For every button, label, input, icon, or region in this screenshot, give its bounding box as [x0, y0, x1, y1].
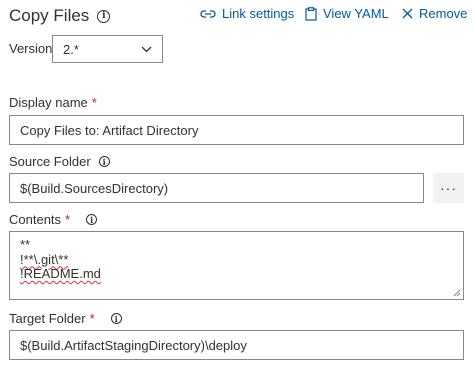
- remove-label: Remove: [419, 6, 468, 21]
- required-mark: *: [65, 212, 71, 227]
- display-name-value: Copy Files to: Artifact Directory: [20, 122, 199, 138]
- info-icon[interactable]: i: [97, 9, 111, 23]
- contents-line: !**\.git\**: [20, 251, 69, 267]
- required-mark: *: [91, 95, 97, 110]
- view-yaml-button[interactable]: View YAML: [305, 6, 389, 21]
- link-settings-button[interactable]: Link settings: [200, 6, 294, 21]
- target-folder-input[interactable]: $(Build.ArtifactStagingDirectory)\deploy: [9, 330, 464, 360]
- link-settings-label: Link settings: [222, 6, 295, 21]
- source-folder-input[interactable]: $(Build.SourcesDirectory): [9, 173, 424, 203]
- view-yaml-label: View YAML: [323, 6, 389, 21]
- contents-line: !README.md: [20, 266, 101, 281]
- display-name-input[interactable]: Copy Files to: Artifact Directory: [9, 115, 464, 145]
- source-folder-value: $(Build.SourcesDirectory): [20, 180, 169, 196]
- info-icon[interactable]: i: [98, 156, 110, 167]
- info-icon[interactable]: i: [110, 313, 122, 324]
- resize-grip-icon[interactable]: [453, 289, 461, 297]
- display-name-label: Display name *: [9, 95, 97, 110]
- info-icon[interactable]: i: [86, 214, 98, 225]
- close-icon: [402, 8, 413, 19]
- source-folder-label-text: Source Folder: [9, 154, 91, 169]
- browse-source-folder-button[interactable]: ···: [433, 173, 464, 203]
- contents-line: **: [20, 237, 31, 252]
- contents-label-text: Contents: [9, 212, 62, 227]
- target-folder-label: Target Folder * i: [9, 311, 122, 326]
- target-folder-label-text: Target Folder: [9, 311, 86, 326]
- remove-button[interactable]: Remove: [402, 6, 467, 21]
- source-folder-label: Source Folder i: [9, 154, 110, 169]
- chevron-down-icon: [141, 46, 152, 52]
- clipboard-icon: [305, 6, 317, 21]
- link-icon: [200, 9, 216, 18]
- task-title: Copy Files: [9, 6, 90, 25]
- contents-label: Contents * i: [9, 212, 98, 227]
- version-select[interactable]: 2.*: [52, 35, 163, 63]
- contents-textarea[interactable]: ** !**\.git\** !README.md: [9, 231, 464, 300]
- required-mark: *: [89, 311, 95, 326]
- version-label: Version: [9, 41, 52, 56]
- panel-title: Copy Files i: [9, 6, 111, 26]
- version-label-text: Version: [9, 41, 53, 56]
- more-icon: ···: [440, 180, 457, 196]
- display-name-label-text: Display name: [9, 95, 88, 110]
- target-folder-value: $(Build.ArtifactStagingDirectory)\deploy: [20, 337, 247, 353]
- version-value: 2.*: [63, 41, 79, 57]
